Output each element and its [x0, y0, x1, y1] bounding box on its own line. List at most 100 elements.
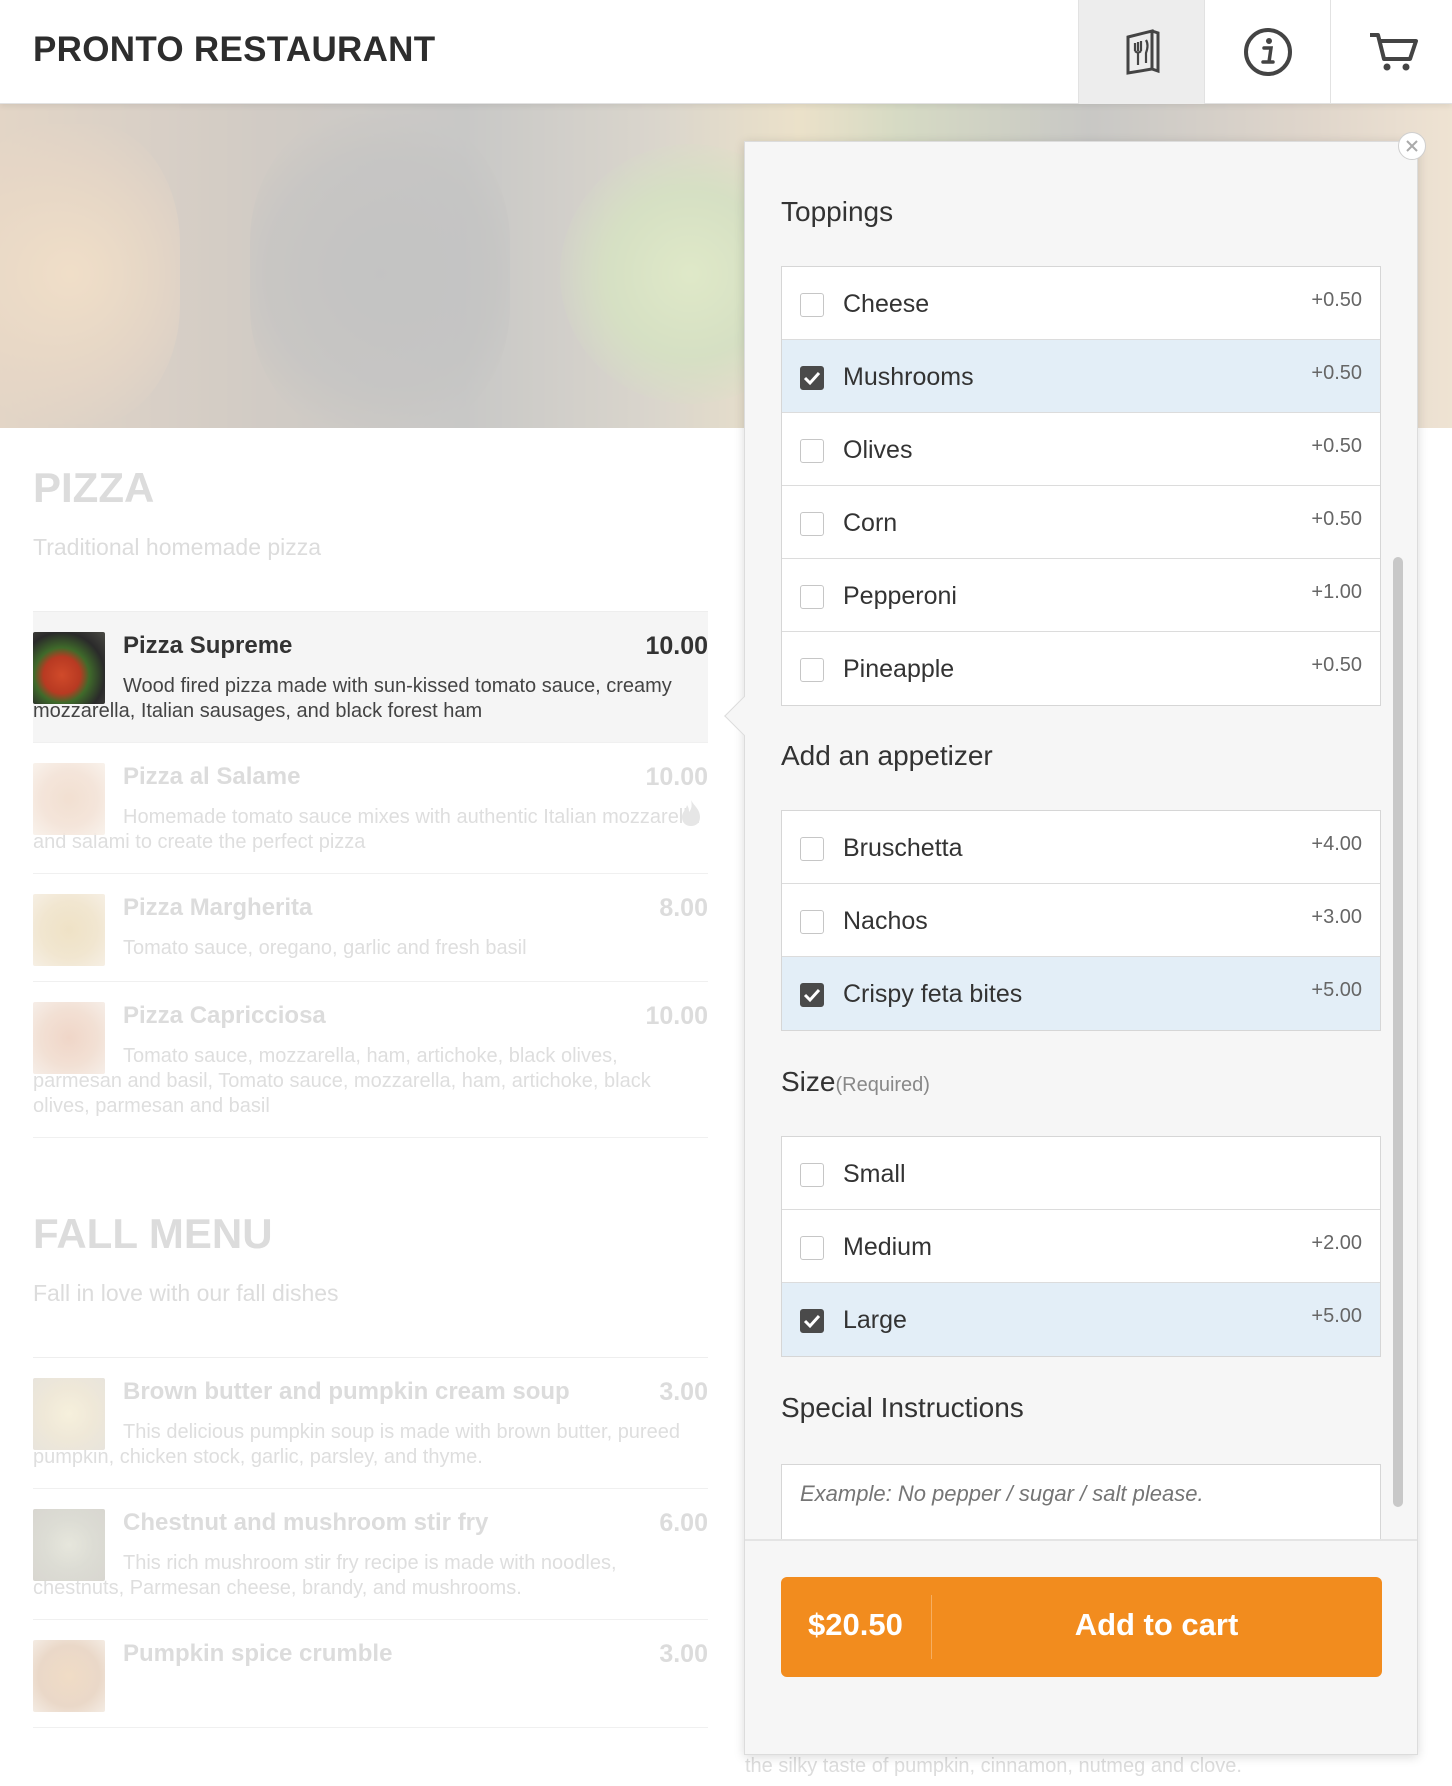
- item-price: 10.00: [645, 632, 708, 660]
- size-title: Size(Required): [781, 1066, 930, 1098]
- checkbox[interactable]: [800, 1163, 824, 1187]
- option-medium[interactable]: Medium +2.00: [782, 1210, 1380, 1283]
- option-mushrooms[interactable]: Mushrooms +0.50: [782, 340, 1380, 413]
- category-pizza: PIZZA Traditional homemade pizza Pizza S…: [33, 464, 708, 1138]
- info-icon: [1243, 28, 1292, 76]
- option-pineapple[interactable]: Pineapple +0.50: [782, 632, 1380, 705]
- option-corn[interactable]: Corn +0.50: [782, 486, 1380, 559]
- checkbox[interactable]: [800, 1236, 824, 1260]
- option-price: +1.00: [1311, 581, 1362, 603]
- category-fall-menu: FALL MENU Fall in love with our fall dis…: [33, 1210, 708, 1728]
- option-label: Mushrooms: [843, 363, 974, 391]
- special-instructions-title: Special Instructions: [781, 1392, 1024, 1423]
- item-price: 8.00: [659, 894, 708, 922]
- option-large[interactable]: Large +5.00: [782, 1283, 1380, 1356]
- close-icon: [1406, 140, 1418, 152]
- item-description: This delicious pumpkin soup is made with…: [33, 1421, 680, 1468]
- option-price: +0.50: [1311, 654, 1362, 676]
- option-label: Pineapple: [843, 655, 955, 683]
- item-price: 3.00: [659, 1640, 708, 1668]
- checkbox[interactable]: [800, 1309, 824, 1333]
- info-nav-button[interactable]: [1204, 0, 1330, 104]
- option-label: Medium: [843, 1233, 932, 1261]
- option-nachos[interactable]: Nachos +3.00: [782, 884, 1380, 957]
- item-price: 10.00: [645, 1002, 708, 1030]
- checkbox[interactable]: [800, 658, 824, 682]
- close-button[interactable]: [1398, 132, 1426, 160]
- option-label: Olives: [843, 436, 913, 464]
- size-title-text: Size: [781, 1066, 836, 1097]
- menu-item[interactable]: Pumpkin spice crumble 3.00: [33, 1620, 708, 1728]
- item-price: 3.00: [659, 1378, 708, 1406]
- item-price: 10.00: [645, 763, 708, 791]
- special-instructions-input[interactable]: [781, 1464, 1381, 1539]
- option-price: +0.50: [1311, 362, 1362, 384]
- menu-book-icon: [1126, 29, 1159, 75]
- item-description: Tomato sauce, oregano, garlic and fresh …: [123, 937, 527, 959]
- cart-icon: [1369, 33, 1418, 71]
- toppings-options: Cheese +0.50 Mushrooms +0.50 Olives +0.5…: [781, 266, 1381, 706]
- option-label: Pepperoni: [843, 582, 957, 610]
- check-icon: [803, 371, 821, 386]
- size-options: Small Medium +2.00 Large +5.00: [781, 1136, 1381, 1357]
- menu-nav-button[interactable]: [1078, 0, 1204, 104]
- option-price: +3.00: [1311, 906, 1362, 928]
- restaurant-name[interactable]: PRONTO RESTAURANT: [33, 30, 435, 70]
- option-price: +5.00: [1311, 1305, 1362, 1327]
- item-name: Pizza Supreme: [123, 632, 293, 659]
- item-thumbnail: [33, 1640, 105, 1712]
- checkbox[interactable]: [800, 910, 824, 934]
- item-description: Tomato sauce, mozzarella, ham, artichoke…: [33, 1045, 651, 1117]
- category-title: PIZZA: [33, 464, 155, 511]
- menu-item[interactable]: Pizza al Salame 10.00 Homemade tomato sa…: [33, 743, 708, 874]
- cart-nav-button[interactable]: [1330, 0, 1452, 104]
- add-to-cart-label: Add to cart: [1074, 1607, 1239, 1642]
- option-bruschetta[interactable]: Bruschetta +4.00: [782, 811, 1380, 884]
- item-thumbnail: [33, 894, 105, 966]
- add-to-cart-button[interactable]: $20.50 Add to cart: [781, 1577, 1382, 1677]
- item-name: Chestnut and mushroom stir fry: [123, 1509, 489, 1536]
- option-label: Large: [843, 1306, 907, 1334]
- option-label: Nachos: [843, 907, 928, 935]
- menu-item[interactable]: Pizza Margherita 8.00 Tomato sauce, oreg…: [33, 874, 708, 982]
- checkbox[interactable]: [800, 983, 824, 1007]
- cart-footer: $20.50 Add to cart: [745, 1539, 1417, 1754]
- order-total: $20.50: [808, 1607, 903, 1642]
- option-small[interactable]: Small: [782, 1137, 1380, 1210]
- checkbox[interactable]: [800, 439, 824, 463]
- scrollbar-thumb[interactable]: [1393, 557, 1403, 1507]
- item-options-panel: Toppings Cheese +0.50 Mushrooms +0.50 Ol…: [744, 141, 1418, 1755]
- menu-item[interactable]: Pizza Capricciosa 10.00 Tomato sauce, mo…: [33, 982, 708, 1138]
- item-thumbnail: [33, 763, 105, 835]
- item-name: Brown butter and pumpkin cream soup: [123, 1378, 570, 1405]
- checkbox[interactable]: [800, 512, 824, 536]
- option-price: +4.00: [1311, 833, 1362, 855]
- option-price: +2.00: [1311, 1232, 1362, 1254]
- option-cheese[interactable]: Cheese +0.50: [782, 267, 1380, 340]
- menu-list: PIZZA Traditional homemade pizza Pizza S…: [33, 428, 708, 1728]
- item-thumbnail: [33, 1509, 105, 1581]
- options-scroll-area[interactable]: Toppings Cheese +0.50 Mushrooms +0.50 Ol…: [745, 142, 1417, 1539]
- spicy-flame-icon: [682, 800, 700, 826]
- check-icon: [803, 1314, 821, 1329]
- toppings-title: Toppings: [781, 196, 894, 227]
- option-crispy-feta-bites[interactable]: Crispy feta bites +5.00: [782, 957, 1380, 1030]
- menu-item[interactable]: Brown butter and pumpkin cream soup 3.00…: [33, 1358, 708, 1489]
- checkbox[interactable]: [800, 585, 824, 609]
- menu-item[interactable]: Pizza Supreme 10.00 Wood fired pizza mad…: [33, 612, 708, 743]
- category-subtitle: Fall in love with our fall dishes: [33, 1280, 339, 1306]
- item-thumbnail: [33, 632, 105, 704]
- option-pepperoni[interactable]: Pepperoni +1.00: [782, 559, 1380, 632]
- checkbox[interactable]: [800, 837, 824, 861]
- check-icon: [803, 988, 821, 1003]
- option-label: Crispy feta bites: [843, 980, 1023, 1008]
- category-subtitle: Traditional homemade pizza: [33, 534, 322, 560]
- option-label: Corn: [843, 509, 898, 537]
- option-price: +5.00: [1311, 979, 1362, 1001]
- menu-item[interactable]: Chestnut and mushroom stir fry 6.00 This…: [33, 1489, 708, 1620]
- checkbox[interactable]: [800, 366, 824, 390]
- option-olives[interactable]: Olives +0.50: [782, 413, 1380, 486]
- item-thumbnail: [33, 1002, 105, 1074]
- checkbox[interactable]: [800, 293, 824, 317]
- item-name: Pizza Capricciosa: [123, 1002, 326, 1029]
